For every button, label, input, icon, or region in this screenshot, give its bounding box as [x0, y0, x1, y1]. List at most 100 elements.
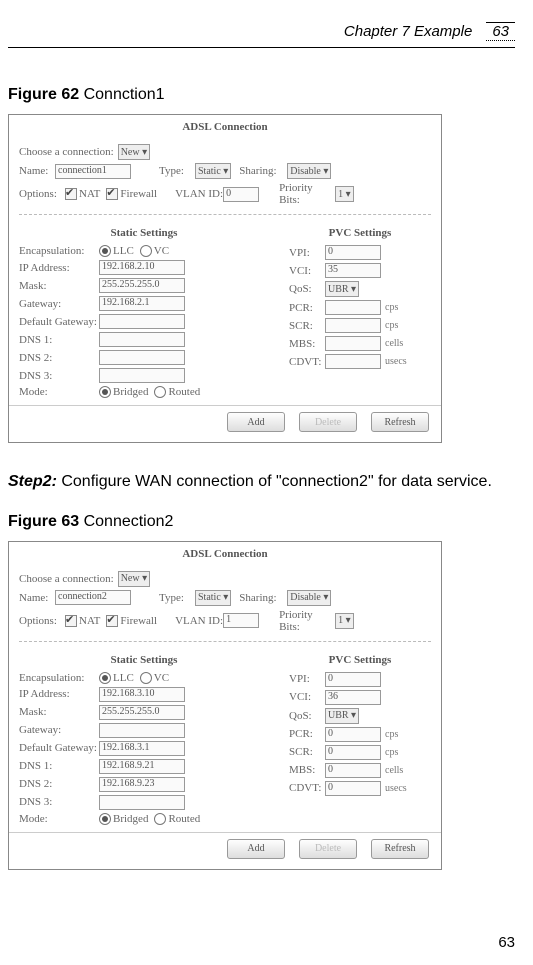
- vc-label: VC: [154, 245, 169, 257]
- dgw-input[interactable]: [99, 314, 185, 329]
- adsl-panel-1: ADSL Connection Choose a connection: New…: [8, 114, 442, 443]
- bridged-radio[interactable]: [99, 386, 111, 398]
- vci-label: VCI:: [289, 691, 325, 703]
- pcr-label: PCR:: [289, 728, 325, 740]
- vlan-label: VLAN ID:: [175, 615, 223, 627]
- cdvt-input[interactable]: [325, 354, 381, 369]
- pcr-input[interactable]: [325, 300, 381, 315]
- name-input[interactable]: connection2: [55, 590, 131, 605]
- dns3-input[interactable]: [99, 795, 185, 810]
- bridged-label: Bridged: [113, 386, 148, 398]
- cdvt-label: CDVT:: [289, 782, 325, 794]
- options-label: Options:: [19, 188, 65, 200]
- pvc-settings-header: PVC Settings: [289, 227, 431, 239]
- mask-input[interactable]: 255.255.255.0: [99, 278, 185, 293]
- delete-button[interactable]: Delete: [299, 412, 357, 432]
- choose-connection-select[interactable]: New ▾: [118, 571, 150, 587]
- dns2-input[interactable]: 192.168.9.23: [99, 777, 185, 792]
- mbs-input[interactable]: 0: [325, 763, 381, 778]
- routed-label: Routed: [168, 386, 200, 398]
- type-select[interactable]: Static ▾: [195, 590, 231, 606]
- ip-input[interactable]: 192.168.2.10: [99, 260, 185, 275]
- refresh-button[interactable]: Refresh: [371, 839, 429, 859]
- vci-input[interactable]: 36: [325, 690, 381, 705]
- gw-input[interactable]: [99, 723, 185, 738]
- scr-label: SCR:: [289, 320, 325, 332]
- sharing-label: Sharing:: [239, 165, 283, 177]
- static-settings-header: Static Settings: [19, 654, 269, 666]
- delete-button[interactable]: Delete: [299, 839, 357, 859]
- mask-label: Mask:: [19, 280, 99, 292]
- add-button[interactable]: Add: [227, 839, 285, 859]
- routed-radio[interactable]: [154, 386, 166, 398]
- vpi-input[interactable]: 0: [325, 672, 381, 687]
- bridged-label: Bridged: [113, 813, 148, 825]
- vlan-input[interactable]: 1: [223, 613, 259, 628]
- vpi-label: VPI:: [289, 673, 325, 685]
- firewall-checkbox[interactable]: [106, 615, 118, 627]
- figure-62-caption: Figure 62 Connction1: [8, 86, 515, 104]
- type-label: Type:: [159, 592, 195, 604]
- type-label: Type:: [159, 165, 195, 177]
- chapter-title: Chapter 7 Example: [344, 23, 472, 40]
- scr-input[interactable]: 0: [325, 745, 381, 760]
- qos-select[interactable]: UBR ▾: [325, 281, 359, 297]
- routed-radio[interactable]: [154, 813, 166, 825]
- dgw-label: Default Gateway:: [19, 316, 99, 328]
- mbs-input[interactable]: [325, 336, 381, 351]
- nat-label: NAT: [79, 188, 100, 200]
- nat-checkbox[interactable]: [65, 188, 77, 200]
- ip-label: IP Address:: [19, 262, 99, 274]
- firewall-checkbox[interactable]: [106, 188, 118, 200]
- dns1-label: DNS 1:: [19, 760, 99, 772]
- priority-select[interactable]: 1 ▾: [335, 613, 354, 629]
- vlan-label: VLAN ID:: [175, 188, 223, 200]
- vlan-input[interactable]: 0: [223, 187, 259, 202]
- dns3-label: DNS 3:: [19, 370, 99, 382]
- vc-radio[interactable]: [140, 672, 152, 684]
- name-input[interactable]: connection1: [55, 164, 131, 179]
- priority-select[interactable]: 1 ▾: [335, 186, 354, 202]
- llc-radio[interactable]: [99, 672, 111, 684]
- dns1-input[interactable]: [99, 332, 185, 347]
- mode-label: Mode:: [19, 386, 99, 398]
- priority-label: Priority Bits:: [279, 182, 335, 206]
- qos-select[interactable]: UBR ▾: [325, 708, 359, 724]
- name-label: Name:: [19, 592, 55, 604]
- dgw-input[interactable]: 192.168.3.1: [99, 741, 185, 756]
- gw-label: Gateway:: [19, 298, 99, 310]
- bridged-radio[interactable]: [99, 813, 111, 825]
- choose-connection-select[interactable]: New ▾: [118, 144, 150, 160]
- type-select[interactable]: Static ▾: [195, 163, 231, 179]
- gw-input[interactable]: 192.168.2.1: [99, 296, 185, 311]
- dns3-input[interactable]: [99, 368, 185, 383]
- dns1-label: DNS 1:: [19, 334, 99, 346]
- dns2-input[interactable]: [99, 350, 185, 365]
- panel-title: ADSL Connection: [9, 115, 441, 141]
- llc-radio[interactable]: [99, 245, 111, 257]
- dns1-input[interactable]: 192.168.9.21: [99, 759, 185, 774]
- llc-label: LLC: [113, 245, 134, 257]
- vci-input[interactable]: 35: [325, 263, 381, 278]
- scr-input[interactable]: [325, 318, 381, 333]
- cdvt-input[interactable]: 0: [325, 781, 381, 796]
- mode-label: Mode:: [19, 813, 99, 825]
- nat-checkbox[interactable]: [65, 615, 77, 627]
- mask-input[interactable]: 255.255.255.0: [99, 705, 185, 720]
- refresh-button[interactable]: Refresh: [371, 412, 429, 432]
- firewall-label: Firewall: [120, 188, 157, 200]
- sharing-select[interactable]: Disable ▾: [287, 590, 331, 606]
- ip-input[interactable]: 192.168.3.10: [99, 687, 185, 702]
- sharing-select[interactable]: Disable ▾: [287, 163, 331, 179]
- panel-title: ADSL Connection: [9, 542, 441, 568]
- llc-label: LLC: [113, 672, 134, 684]
- priority-label: Priority Bits:: [279, 609, 335, 633]
- vc-radio[interactable]: [140, 245, 152, 257]
- pcr-label: PCR:: [289, 302, 325, 314]
- vc-label: VC: [154, 672, 169, 684]
- vpi-input[interactable]: 0: [325, 245, 381, 260]
- vpi-label: VPI:: [289, 247, 325, 259]
- figure-63-caption: Figure 63 Connection2: [8, 513, 515, 531]
- pcr-input[interactable]: 0: [325, 727, 381, 742]
- add-button[interactable]: Add: [227, 412, 285, 432]
